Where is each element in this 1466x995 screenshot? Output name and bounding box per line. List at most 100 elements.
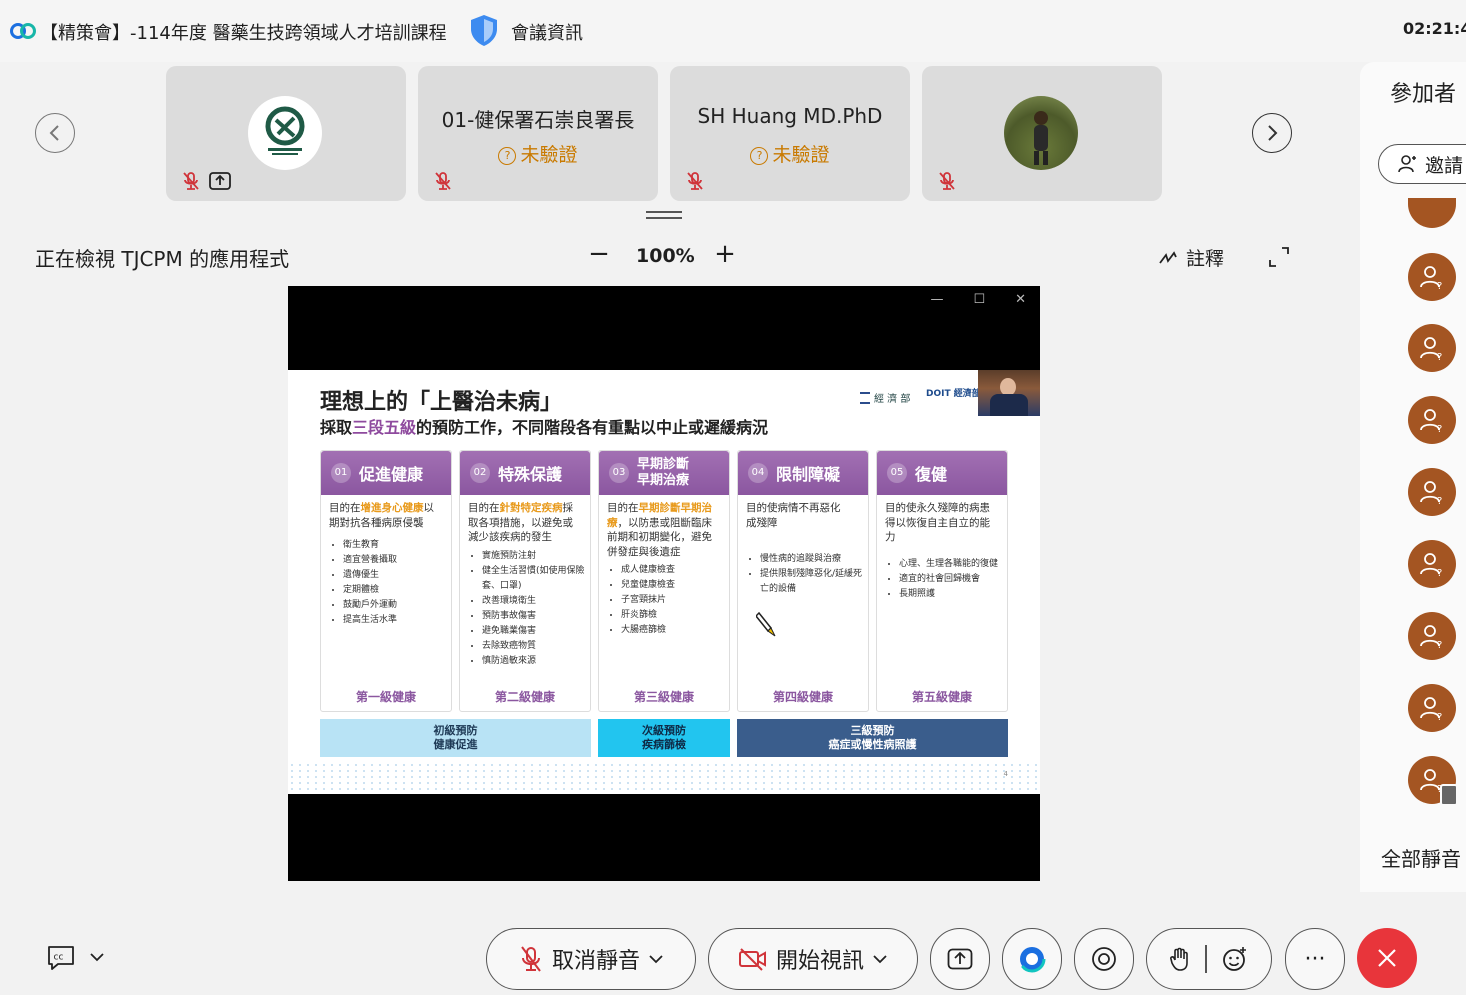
meeting-title: 【精策會】-114年度 醫藥生技跨領域人才培訓課程 xyxy=(40,23,447,44)
unverified-status: ? 未驗證 xyxy=(670,140,910,167)
annotate-button[interactable]: 註釋 xyxy=(1158,244,1224,271)
share-screen-button[interactable] xyxy=(930,928,990,990)
video-off-icon xyxy=(738,948,766,971)
unknown-user-icon: ? xyxy=(1420,553,1442,578)
moea-logo: 經 濟 部 xyxy=(860,390,910,405)
close-icon: ✕ xyxy=(1015,292,1026,307)
participant-photo-avatar xyxy=(1004,96,1078,170)
unmute-label: 取消靜音 xyxy=(551,949,640,974)
chevron-down-icon[interactable] xyxy=(648,953,664,965)
question-circle-icon: ? xyxy=(750,147,769,165)
closed-captions-icon[interactable]: cc xyxy=(46,944,76,972)
shield-icon[interactable] xyxy=(468,13,500,47)
prevention-column: 01促進健康 目的在增進身心健康以期對抗各種病原侵襲 衛生教育適宜營養攝取遺傳優… xyxy=(320,450,452,712)
participant-avatar[interactable]: ? xyxy=(1408,468,1456,516)
slide-title: 理想上的「上醫治未病」 xyxy=(320,390,563,415)
participant-tile[interactable] xyxy=(166,66,406,201)
viewing-share-label: 正在檢視 TJCPM 的應用程式 xyxy=(35,247,290,271)
start-video-label: 開始視訊 xyxy=(775,949,864,974)
svg-text:?: ? xyxy=(1437,352,1442,362)
zoom-in-button[interactable]: + xyxy=(712,240,738,270)
participant-tile[interactable]: 01-健保署石崇良署長 ? 未驗證 xyxy=(418,66,658,201)
unverified-status: ? 未驗證 xyxy=(418,140,658,167)
invite-button[interactable]: 邀請 xyxy=(1378,144,1466,184)
annotate-label: 註釋 xyxy=(1186,248,1225,270)
ai-assistant-button[interactable] xyxy=(1002,928,1062,990)
muted-mic-icon xyxy=(939,172,955,190)
participant-avatar[interactable]: ? xyxy=(1408,684,1456,732)
question-circle-icon: ? xyxy=(498,147,517,165)
svg-text:?: ? xyxy=(1437,424,1442,434)
meeting-clock: 02:21:45 xyxy=(1403,19,1466,38)
webex-logo-icon xyxy=(10,23,36,39)
muted-mic-icon xyxy=(521,946,541,972)
participant-avatar[interactable]: ? xyxy=(1408,253,1456,301)
record-button[interactable] xyxy=(1074,928,1134,990)
participant-avatar[interactable]: ? xyxy=(1408,756,1458,806)
phone-device-icon xyxy=(1440,784,1458,806)
participant-name: 01-健保署石崇良署長 xyxy=(441,108,635,132)
unknown-user-icon: ? xyxy=(1420,625,1442,650)
raise-hand-icon xyxy=(1170,947,1189,971)
participant-avatar[interactable]: ? xyxy=(1408,540,1456,588)
svg-text:cc: cc xyxy=(54,953,64,963)
maximize-icon: ☐ xyxy=(973,292,986,307)
presenter-camera-overlay xyxy=(978,370,1040,416)
participant-avatar[interactable] xyxy=(1408,198,1456,228)
participant-avatar[interactable]: ? xyxy=(1408,612,1456,660)
record-icon xyxy=(1092,947,1116,971)
zoom-level: 100% xyxy=(636,245,695,267)
next-participants-button[interactable] xyxy=(1252,113,1292,153)
doit-logo: DOIT 經濟部 xyxy=(926,389,981,399)
share-screen-icon xyxy=(947,948,973,970)
more-options-icon: ··· xyxy=(1304,946,1326,972)
participant-tile[interactable]: SH Huang MD.PhD ? 未驗證 xyxy=(670,66,910,201)
start-video-button[interactable]: 開始視訊 xyxy=(708,928,918,990)
svg-text:?: ? xyxy=(1437,496,1442,506)
mute-all-button[interactable]: 全部靜音 xyxy=(1381,843,1461,872)
chevron-right-icon xyxy=(1268,125,1278,141)
zoom-out-button[interactable]: − xyxy=(586,240,612,270)
reactions-button[interactable] xyxy=(1146,928,1272,990)
leave-meeting-button[interactable] xyxy=(1357,928,1417,988)
add-reaction-icon xyxy=(1222,947,1246,971)
close-icon xyxy=(1378,949,1396,967)
divider xyxy=(1205,945,1207,973)
prevention-band: 三級預防 癌症或慢性病照護 xyxy=(737,719,1008,757)
unknown-user-icon: ? xyxy=(1420,481,1442,506)
ai-assistant-icon xyxy=(1018,945,1046,973)
chevron-left-icon xyxy=(49,125,59,141)
muted-mic-icon xyxy=(183,172,199,190)
unknown-user-icon: ? xyxy=(1420,266,1442,291)
unknown-user-icon: ? xyxy=(1420,409,1442,434)
unmute-button[interactable]: 取消靜音 xyxy=(486,928,696,990)
slide-page-number: 4 xyxy=(1003,770,1008,778)
previous-participants-button[interactable] xyxy=(35,113,75,153)
chevron-down-icon[interactable] xyxy=(872,953,888,965)
chevron-down-icon[interactable] xyxy=(88,950,106,964)
window-controls: — ☐ ✕ xyxy=(930,292,1026,307)
resize-handle-icon[interactable] xyxy=(646,210,682,220)
more-options-button[interactable]: ··· xyxy=(1285,928,1345,990)
svg-text:?: ? xyxy=(1437,568,1442,578)
annotate-pen-icon xyxy=(1159,250,1177,264)
svg-text:?: ? xyxy=(1437,712,1442,722)
decorative-dots xyxy=(288,762,1040,794)
pen-cursor-icon xyxy=(756,611,776,637)
participant-avatar[interactable]: ? xyxy=(1408,396,1456,444)
organization-logo-avatar xyxy=(248,96,322,170)
muted-mic-icon xyxy=(687,172,703,190)
unknown-user-icon: ? xyxy=(1420,697,1442,722)
fullscreen-icon[interactable] xyxy=(1268,246,1290,268)
svg-text:?: ? xyxy=(1437,281,1442,291)
tjcpm-logo-icon xyxy=(265,106,305,155)
shared-application-window: — ☐ ✕ 理想上的「上醫治未病」 採取三段五級的預防工作，不同階段各有重點以中… xyxy=(288,286,1040,881)
prevention-column: 05復健 目的使永久殘障的病患得以恢復自主自立的能力 心理、生理各職能的復健適宜… xyxy=(876,450,1008,712)
participant-avatar[interactable]: ? xyxy=(1408,324,1456,372)
participant-tile[interactable] xyxy=(922,66,1162,201)
person-photo-icon xyxy=(1034,111,1048,165)
meeting-info-link[interactable]: 會議資訊 xyxy=(511,19,583,45)
participants-panel: 參加者 邀請 ? ? ? ? ? ? ? ? xyxy=(1360,62,1466,892)
prevention-column: 02特殊保護 目的在針對特定疾病採取各項措施，以避免或減少該疾病的發生 實施預防… xyxy=(459,450,591,712)
prevention-band: 初級預防 健康促進 xyxy=(320,719,591,757)
